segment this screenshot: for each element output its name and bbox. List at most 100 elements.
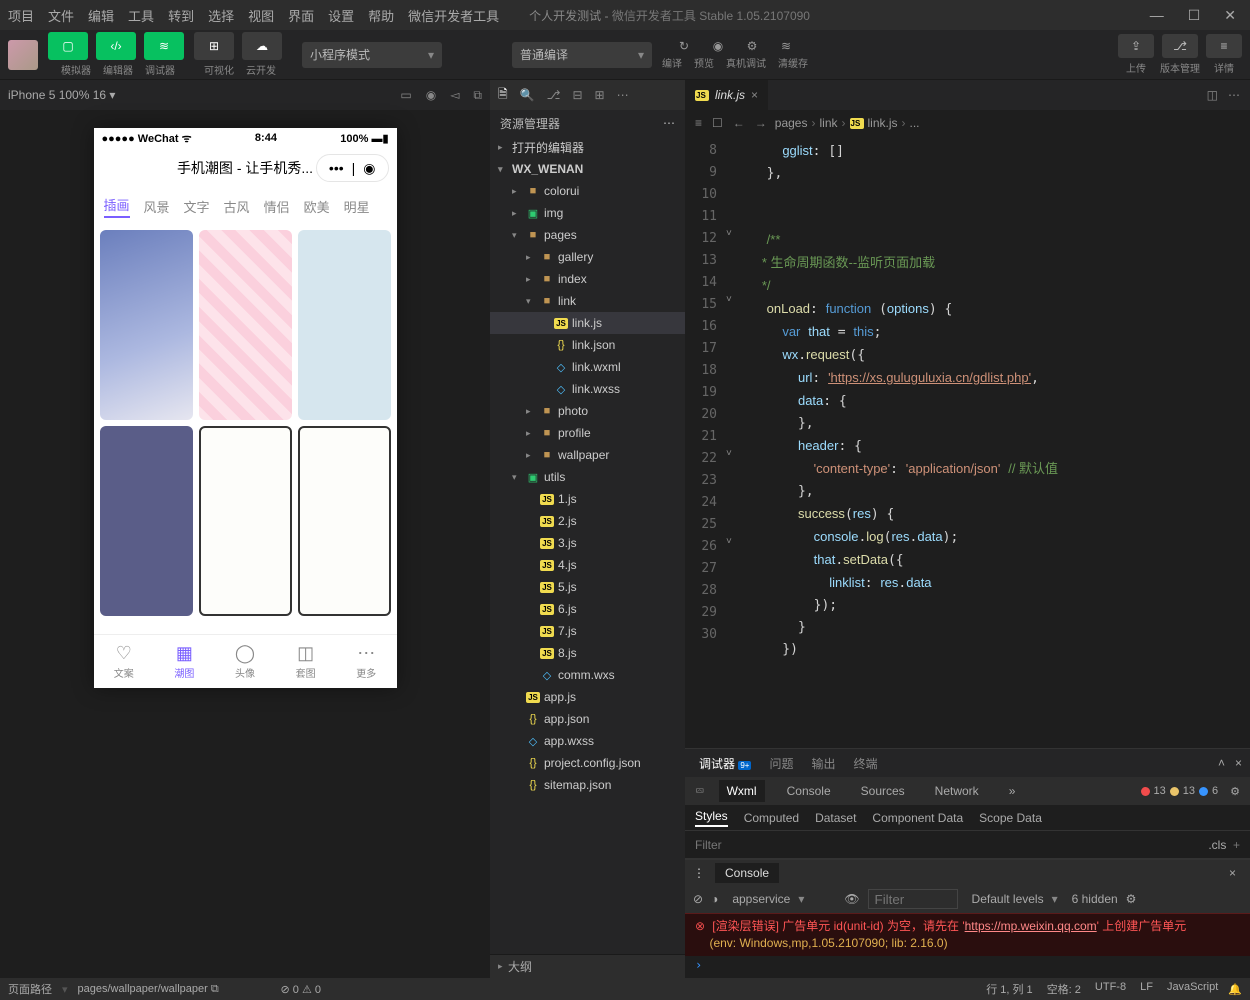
debugger-tab[interactable]: 输出: [811, 755, 835, 772]
styles-filter[interactable]: Filter: [695, 838, 722, 852]
simulator-button[interactable]: ▢: [48, 32, 88, 60]
phone-tab[interactable]: 情侣: [264, 197, 290, 216]
more-icon[interactable]: ⋯: [663, 116, 675, 130]
tab-console[interactable]: Console: [779, 780, 839, 802]
toc-icon[interactable]: ≡: [695, 116, 702, 130]
code-content[interactable]: gglist: [] }, /** * 生命周期函数--监听页面加载 */ on…: [741, 136, 1250, 748]
tab-wxml[interactable]: Wxml: [719, 780, 765, 802]
details-button[interactable]: ≡: [1206, 34, 1242, 58]
phone-tabbar-item[interactable]: ⋯更多: [356, 643, 376, 680]
menu-微信开发者工具[interactable]: 微信开发者工具: [408, 6, 499, 25]
file-img[interactable]: ▸▣img: [490, 202, 685, 224]
file-3.js[interactable]: JS3.js: [490, 532, 685, 554]
debug-tab-icon[interactable]: ⊟: [572, 88, 582, 102]
devtool-settings-icon[interactable]: ⚙: [1230, 785, 1240, 798]
back-icon[interactable]: ←: [733, 116, 745, 130]
mute-icon[interactable]: ◅: [450, 88, 459, 103]
status-item[interactable]: 空格: 2: [1047, 981, 1081, 997]
add-style-icon[interactable]: +: [1233, 838, 1240, 852]
preview-button[interactable]: ◉: [703, 39, 733, 53]
tab-network[interactable]: Network: [927, 780, 987, 802]
git-tab-icon[interactable]: ⎇: [547, 88, 561, 102]
file-utils[interactable]: ▾▣utils: [490, 466, 685, 488]
phone-tabbar-item[interactable]: ◯头像: [235, 643, 255, 680]
file-pages[interactable]: ▾■pages: [490, 224, 685, 246]
file-2.js[interactable]: JS2.js: [490, 510, 685, 532]
file-link.js[interactable]: JSlink.js: [490, 312, 685, 334]
outline-section[interactable]: ▸大纲: [490, 954, 685, 978]
program-mode-select[interactable]: 小程序模式: [302, 42, 442, 68]
style-tab[interactable]: Component Data: [872, 811, 963, 825]
menu-帮助[interactable]: 帮助: [368, 6, 394, 25]
file-sitemap.json[interactable]: {}sitemap.json: [490, 774, 685, 796]
status-diagnostics[interactable]: ⊘ 0 ⚠ 0: [281, 983, 322, 996]
file-link.wxss[interactable]: ◇link.wxss: [490, 378, 685, 400]
console-filter-input[interactable]: [868, 889, 958, 909]
wallpaper-item[interactable]: [298, 426, 391, 616]
close-button[interactable]: ✕: [1218, 7, 1242, 24]
file-app.js[interactable]: JSapp.js: [490, 686, 685, 708]
menu-选择[interactable]: 选择: [208, 6, 234, 25]
inspect-icon[interactable]: ⮹: [695, 784, 705, 799]
phone-tabbar-item[interactable]: ♡文案: [114, 643, 134, 680]
phone-tab[interactable]: 欧美: [304, 197, 330, 216]
menu-文件[interactable]: 文件: [48, 6, 74, 25]
page-path[interactable]: pages/wallpaper/wallpaper ⧉: [78, 983, 219, 996]
menu-工具[interactable]: 工具: [128, 6, 154, 25]
status-item[interactable]: LF: [1140, 981, 1153, 997]
console-prompt[interactable]: ›: [685, 956, 1250, 978]
editor-tab-linkjs[interactable]: JS link.js ×: [685, 80, 769, 110]
user-avatar[interactable]: [8, 40, 38, 70]
file-6.js[interactable]: JS6.js: [490, 598, 685, 620]
file-1.js[interactable]: JS1.js: [490, 488, 685, 510]
clear-cache-button[interactable]: ≋: [771, 39, 801, 53]
console-toggle-icon[interactable]: ⋮: [693, 866, 705, 880]
compile-mode-select[interactable]: 普通编译: [512, 42, 652, 68]
debugger-tab[interactable]: 终端: [854, 755, 878, 772]
file-colorui[interactable]: ▸■colorui: [490, 180, 685, 202]
notifications-icon[interactable]: 🔔: [1228, 983, 1242, 996]
console-settings-icon[interactable]: ⚙: [1126, 892, 1137, 906]
phone-tab[interactable]: 风景: [144, 197, 170, 216]
file-index[interactable]: ▸■index: [490, 268, 685, 290]
tab-sources[interactable]: Sources: [853, 780, 913, 802]
console-tab[interactable]: Console: [715, 863, 779, 883]
more-tab-icon[interactable]: ⋯: [617, 88, 629, 102]
file-link[interactable]: ▾■link: [490, 290, 685, 312]
project-root[interactable]: ▾WX_WENAN: [490, 158, 685, 180]
wallpaper-item[interactable]: [199, 426, 292, 616]
context-icon[interactable]: ◑: [711, 892, 718, 906]
clear-console-icon[interactable]: ⊘: [693, 892, 703, 906]
phone-simulator[interactable]: ●●●●● WeChat ᯤ 8:44 100% ▬▮ 手机潮图 - 让手机秀.…: [94, 128, 397, 688]
file-5.js[interactable]: JS5.js: [490, 576, 685, 598]
explorer-tab-icon[interactable]: 🗎: [498, 85, 508, 106]
style-tab[interactable]: Styles: [695, 809, 728, 827]
file-gallery[interactable]: ▸■gallery: [490, 246, 685, 268]
wallpaper-item[interactable]: [100, 230, 193, 420]
close-tab-icon[interactable]: ×: [751, 88, 758, 102]
phone-tab[interactable]: 古风: [224, 197, 250, 216]
file-4.js[interactable]: JS4.js: [490, 554, 685, 576]
record-icon[interactable]: ◉: [426, 88, 436, 103]
more-actions-icon[interactable]: ⋯: [1228, 88, 1240, 102]
status-item[interactable]: UTF-8: [1095, 981, 1126, 997]
context-select[interactable]: appservice: [726, 892, 836, 906]
remote-debug-button[interactable]: ⚙: [737, 39, 767, 53]
menu-转到[interactable]: 转到: [168, 6, 194, 25]
wallpaper-item[interactable]: [199, 230, 292, 420]
maximize-button[interactable]: ☐: [1182, 7, 1207, 24]
phone-tab[interactable]: 明星: [344, 197, 370, 216]
compile-button[interactable]: ↻: [669, 39, 699, 53]
menu-设置[interactable]: 设置: [328, 6, 354, 25]
style-tab[interactable]: Dataset: [815, 811, 856, 825]
minimize-button[interactable]: —: [1144, 7, 1170, 24]
ext-tab-icon[interactable]: ⊞: [595, 88, 605, 102]
status-item[interactable]: 行 1, 列 1: [986, 981, 1032, 997]
code-view[interactable]: 8910111213141516171819202122232425262728…: [685, 136, 1250, 748]
forward-icon[interactable]: →: [755, 116, 767, 130]
eye-icon[interactable]: 👁: [844, 892, 859, 906]
device-name[interactable]: iPhone 5 100% 16 ▾: [8, 88, 115, 102]
fold-gutter[interactable]: ˅˅˅˅: [723, 136, 741, 748]
debugger-button[interactable]: ≋: [144, 32, 184, 60]
menu-编辑[interactable]: 编辑: [88, 6, 114, 25]
